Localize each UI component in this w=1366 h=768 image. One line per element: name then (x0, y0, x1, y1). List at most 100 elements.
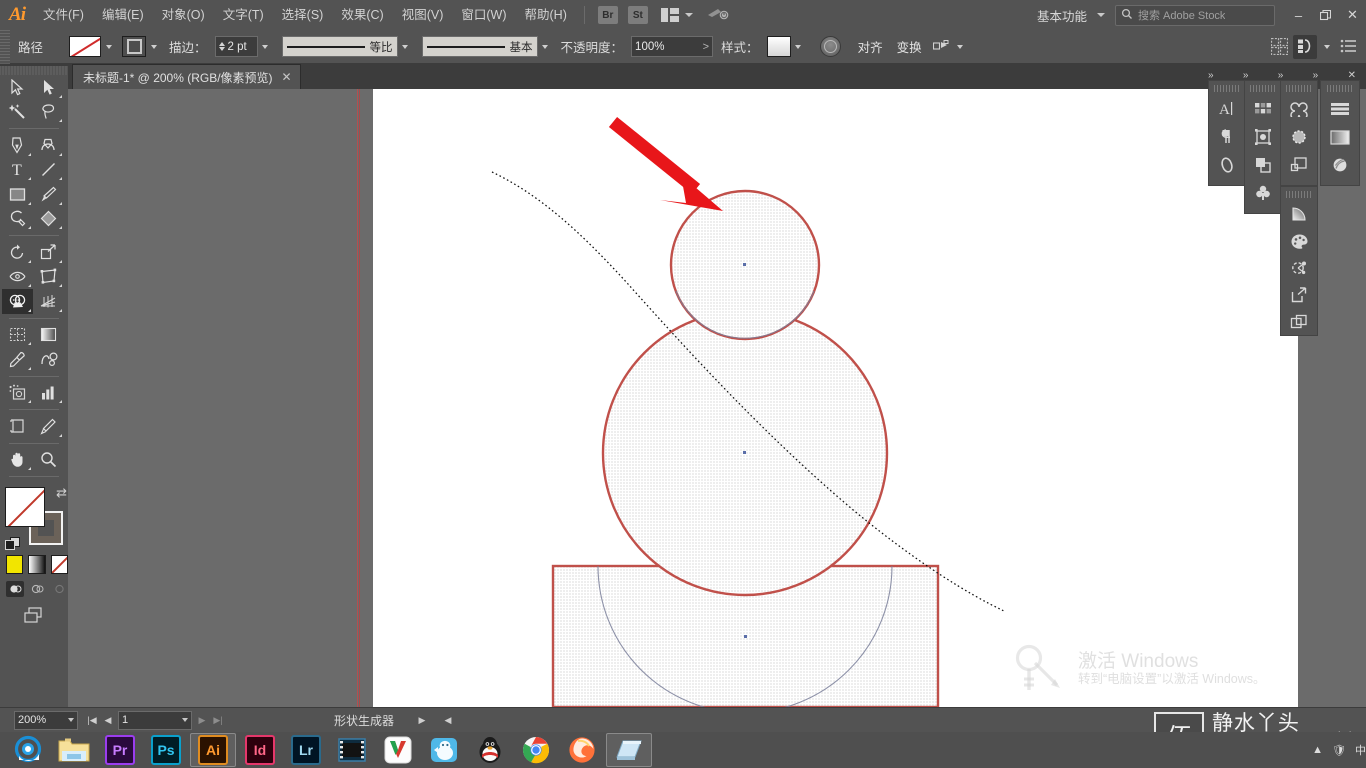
taskbar-wps-office[interactable] (376, 734, 420, 766)
brushes-panel-icon[interactable] (1210, 151, 1244, 179)
direct-selection-tool[interactable] (33, 75, 64, 100)
taskbar-lightroom[interactable]: Lr (284, 734, 328, 766)
window-minimize-button[interactable]: – (1285, 0, 1312, 30)
taskbar-360-browser[interactable] (6, 734, 50, 766)
color-none-button[interactable] (50, 555, 68, 574)
draw-normal-button[interactable] (6, 581, 24, 597)
width-tool[interactable] (2, 265, 33, 290)
change-screen-mode-button[interactable] (21, 606, 47, 626)
paintbrush-tool[interactable] (33, 182, 64, 207)
document-tab[interactable]: 未标题-1* @ 200% (RGB/像素预览) ✕ (72, 64, 301, 89)
prev-artboard-button[interactable]: ◀ (100, 710, 116, 730)
control-bar-grip[interactable] (0, 30, 10, 63)
color-gradient-button[interactable] (28, 555, 46, 574)
close-icon[interactable]: ✕ (282, 70, 292, 84)
export-panel-icon[interactable] (1282, 281, 1316, 308)
artwork-svg[interactable] (68, 89, 1366, 707)
symbol-sprayer-tool[interactable] (2, 381, 33, 406)
tray-ime-icon[interactable]: 中 (1355, 742, 1366, 758)
stroke-color-swatch[interactable] (122, 36, 147, 57)
opacity-input[interactable]: 100% > (631, 36, 714, 57)
arrange-chevron-down-icon[interactable] (684, 13, 693, 17)
taskbar-indesign[interactable]: Id (238, 734, 282, 766)
draw-behind-button[interactable] (28, 581, 46, 597)
recolor-artwork-icon[interactable] (819, 36, 841, 57)
eyedropper-tool[interactable] (2, 347, 33, 372)
hand-tool[interactable] (2, 448, 33, 473)
swatches-panel-icon[interactable] (1246, 95, 1280, 123)
bridge-icon[interactable]: Br (597, 6, 618, 24)
menu-window[interactable]: 窗口(W) (452, 0, 515, 30)
panel-grip[interactable] (1286, 85, 1312, 92)
panel-grip[interactable] (1286, 191, 1312, 198)
color-guide-panel-icon[interactable] (1282, 228, 1316, 255)
fill-chevron-down-icon[interactable] (101, 37, 116, 56)
blend-tool[interactable] (33, 347, 64, 372)
symbols-panel-icon[interactable] (1246, 123, 1280, 151)
taskbar-illustrator[interactable]: Ai (190, 733, 236, 767)
lasso-tool[interactable] (33, 100, 64, 125)
status-prev-icon[interactable]: ◀ (440, 710, 456, 730)
taskbar-photoshop[interactable]: Ps (144, 734, 188, 766)
image-trace-panel-icon[interactable] (1282, 151, 1316, 179)
gradient-tool[interactable] (33, 323, 64, 348)
panel-grip[interactable] (1250, 85, 1276, 92)
workspace-chevron-down-icon[interactable] (1097, 13, 1105, 17)
stock-search-input[interactable]: 搜索 Adobe Stock (1115, 4, 1275, 26)
type-tool[interactable]: T (2, 158, 33, 183)
tray-security-icon[interactable]: 🛡 (1332, 744, 1346, 757)
document-setup-icon[interactable] (1293, 34, 1317, 59)
mesh-tool[interactable] (2, 323, 33, 348)
menu-effect[interactable]: 效果(C) (332, 0, 392, 30)
panel-grip[interactable] (1327, 85, 1353, 92)
free-transform-tool[interactable] (33, 265, 64, 290)
column-graph-tool[interactable] (33, 381, 64, 406)
stroke-profile-select[interactable]: 等比 (281, 36, 398, 57)
document-setup-chevron-down-icon[interactable] (1319, 37, 1334, 56)
fill-swatch[interactable] (5, 487, 45, 527)
tray-expand-icon[interactable]: ▲ (1312, 744, 1323, 756)
stroke-chevron-down-icon[interactable] (146, 37, 161, 56)
graphic-style-swatch[interactable] (766, 36, 791, 57)
menu-type[interactable]: 文字(T) (214, 0, 273, 30)
menu-file[interactable]: 文件(F) (34, 0, 93, 30)
window-restore-button[interactable] (1312, 0, 1339, 30)
character-panel-icon[interactable]: A (1210, 95, 1244, 123)
taskbar-file-explorer[interactable] (52, 734, 96, 766)
line-segment-tool[interactable] (33, 158, 64, 183)
tools-panel-grip[interactable] (0, 66, 68, 75)
taskbar-video-player[interactable] (330, 734, 374, 766)
brush-definition-select[interactable]: 基本 (421, 36, 538, 57)
opacity-popup-icon[interactable]: > (703, 41, 709, 53)
zoom-chevron-down-icon[interactable] (68, 718, 74, 722)
appearance-panel-icon[interactable] (1323, 151, 1357, 179)
canvas-area[interactable] (68, 89, 1366, 707)
symbol-libraries-icon[interactable] (1246, 179, 1280, 207)
rotate-tool[interactable] (2, 240, 33, 265)
panel-grip[interactable] (1214, 85, 1240, 92)
next-artboard-button[interactable]: ▶ (194, 710, 210, 730)
layers-panel-icon[interactable] (1282, 308, 1316, 335)
scale-tool[interactable] (33, 240, 64, 265)
gradient-panel-icon[interactable] (1282, 201, 1316, 228)
window-close-button[interactable]: ✕ (1339, 0, 1366, 30)
last-artboard-button[interactable]: ▶| (210, 710, 226, 730)
artboard-tool[interactable] (2, 414, 33, 439)
draw-inside-button[interactable] (50, 581, 68, 597)
fill-color-swatch[interactable] (69, 36, 102, 57)
artboard-number-input[interactable]: 1 (118, 710, 192, 730)
default-fill-stroke-icon[interactable] (5, 537, 20, 550)
artboard-chevron-down-icon[interactable] (182, 718, 188, 722)
menu-select[interactable]: 选择(S) (273, 0, 333, 30)
perspective-grid-tool[interactable] (33, 289, 64, 314)
status-popup-icon[interactable]: ▶ (414, 710, 430, 730)
selection-tool[interactable] (2, 75, 33, 100)
creative-cloud-libraries-icon[interactable] (1282, 95, 1316, 123)
stroke-weight-chevron-down-icon[interactable] (258, 37, 273, 56)
menu-edit[interactable]: 编辑(E) (93, 0, 153, 30)
isolate-chevron-down-icon[interactable] (953, 37, 968, 56)
shape-builder-tool[interactable] (2, 289, 33, 314)
transparency-panel-icon[interactable] (1323, 123, 1357, 151)
isolate-selected-icon[interactable] (929, 35, 953, 59)
rectangle-tool[interactable] (2, 182, 33, 207)
